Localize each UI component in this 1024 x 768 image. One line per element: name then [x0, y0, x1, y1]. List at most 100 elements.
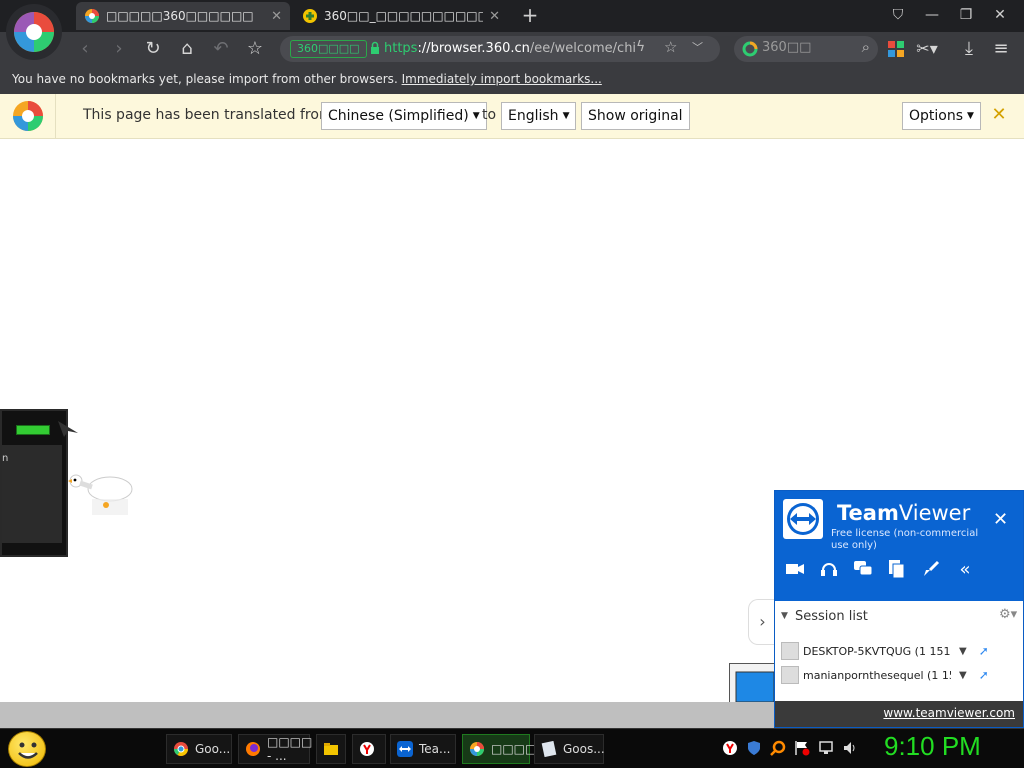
reload-icon[interactable]: ↻: [140, 36, 166, 62]
tab-360-welcome[interactable]: □□□□□360□□□□□□ ✕: [76, 2, 290, 30]
teamviewer-icon: [397, 741, 413, 757]
360-logo-icon[interactable]: [6, 4, 62, 60]
menu-icon[interactable]: ≡: [988, 36, 1014, 62]
close-icon[interactable]: ✕: [271, 9, 282, 24]
show-original-button[interactable]: Show original: [581, 102, 690, 130]
chevron-down-icon[interactable]: ﹀: [692, 39, 703, 55]
taskbar: Goo... □□□□ - ... Tea... □□□□36... Goos.…: [0, 728, 1024, 768]
toolbar: ‹ › ↻ ⌂ ↶ ☆ 360□□□□ https://browser.360.…: [0, 32, 1024, 66]
close-icon[interactable]: ✕: [489, 9, 500, 24]
dropdown-icon[interactable]: ▼: [959, 670, 967, 681]
minimize-button[interactable]: —: [920, 4, 944, 26]
favorite-star-icon[interactable]: ☆: [242, 36, 268, 62]
lock-icon: [371, 41, 379, 54]
desktop-goose-icon[interactable]: [66, 473, 136, 521]
taskbar-item-goose[interactable]: Goos...: [534, 734, 605, 764]
address-bar[interactable]: 360□□□□ https://browser.360.cn/ee/welcom…: [280, 36, 720, 62]
360-swirl-icon: [14, 12, 54, 52]
apps-grid-icon[interactable]: [888, 41, 904, 57]
session-name: manianpornthesequel (1 151 5: [803, 668, 951, 682]
teamviewer-footer: www.teamviewer.com: [775, 701, 1023, 727]
folder-icon: [324, 743, 338, 755]
teamviewer-header: TeamViewer Free license (non-commercial …: [775, 491, 1023, 601]
shirt-icon[interactable]: ⛉: [886, 4, 910, 26]
search-box[interactable]: 360□□ ⌕: [734, 36, 878, 62]
flag-tray-icon[interactable]: [794, 740, 810, 756]
widget-panel: [2, 445, 62, 543]
url-text[interactable]: https://browser.360.cn/ee/welcome/chi: [384, 40, 704, 58]
connect-cursor-icon[interactable]: ➚: [979, 668, 989, 682]
lightning-icon[interactable]: ϟ: [636, 39, 645, 55]
session-row[interactable]: DESKTOP-5KVTQUG (1 151 959 ▼ ➚: [781, 641, 1021, 661]
files-icon[interactable]: [887, 559, 907, 579]
session-list-label[interactable]: Session list: [795, 609, 868, 624]
taskbar-item-teamviewer[interactable]: Tea...: [390, 734, 456, 764]
target-language-select[interactable]: English ▼: [501, 102, 577, 130]
caret-down-icon: ▼: [562, 111, 570, 121]
new-tab-button[interactable]: +: [518, 3, 542, 27]
notes-icon: [541, 741, 557, 757]
chat-icon[interactable]: [853, 559, 873, 579]
license-text: Free license (non-commercial use only): [831, 528, 979, 551]
expand-arrow-tab[interactable]: ›: [748, 599, 776, 645]
360-translate-icon: [12, 101, 43, 131]
caret-down-icon: ▼: [967, 111, 974, 121]
options-button[interactable]: Options ▼: [902, 102, 981, 130]
taskbar-item-chrome[interactable]: Goo...: [166, 734, 232, 764]
site-badge[interactable]: 360□□□□: [290, 40, 367, 58]
start-smiley-icon[interactable]: [8, 731, 46, 767]
taskbar-item-explorer[interactable]: [316, 734, 346, 764]
teamviewer-actions: «: [785, 559, 975, 580]
tab-title: 360□□_□□□□□□□□□□: [324, 9, 484, 23]
360-search-engine-icon: [742, 41, 758, 57]
360-browser-icon: [470, 742, 484, 756]
restore-button[interactable]: ❐: [954, 4, 978, 26]
360-search-icon: [303, 9, 317, 23]
undo-close-icon[interactable]: ↶: [208, 36, 234, 62]
caret-down-icon: ▼: [472, 111, 480, 121]
back-icon[interactable]: ‹: [72, 36, 98, 62]
import-bookmarks-link[interactable]: Immediately import bookmarks...: [402, 72, 602, 86]
forward-icon[interactable]: ›: [106, 36, 132, 62]
dropdown-icon[interactable]: ▼: [959, 646, 967, 657]
gear-icon[interactable]: ⚙▾: [999, 607, 1017, 622]
taskbar-item-yandex[interactable]: [352, 734, 386, 764]
screen: □□□□□360□□□□□□ ✕ 360□□_□□□□□□□□□□ ✕ + ⛉ …: [0, 0, 1024, 768]
search-placeholder: 360□□: [762, 40, 812, 55]
close-icon[interactable]: ✕: [993, 509, 1008, 530]
headset-icon[interactable]: [819, 559, 839, 579]
triangle-down-icon[interactable]: ▼: [781, 611, 788, 621]
translate-logo-icon: [0, 94, 56, 138]
firefox-icon: [246, 742, 260, 756]
session-name: DESKTOP-5KVTQUG (1 151 959: [803, 644, 951, 658]
brush-icon[interactable]: [921, 559, 941, 579]
yandex-tray-icon[interactable]: [722, 740, 738, 756]
tab-360-search[interactable]: 360□□_□□□□□□□□□□ ✕: [294, 2, 508, 30]
search-icon[interactable]: ⌕: [862, 38, 870, 56]
session-row[interactable]: manianpornthesequel (1 151 5 ▼ ➚: [781, 665, 1021, 685]
taskbar-item-360-browser[interactable]: □□□□36...: [462, 734, 563, 764]
collapse-icon[interactable]: «: [955, 559, 975, 580]
scissors-icon[interactable]: ✂▾: [914, 36, 940, 62]
teamviewer-link[interactable]: www.teamviewer.com: [883, 706, 1015, 720]
taskbar-clock[interactable]: 9:10 PM: [884, 731, 981, 762]
shield-tray-icon[interactable]: [746, 740, 762, 756]
network-tray-icon[interactable]: [818, 740, 834, 756]
close-window-button[interactable]: ✕: [988, 4, 1012, 26]
teamviewer-logo-icon: [783, 499, 823, 539]
home-icon[interactable]: ⌂: [174, 36, 200, 62]
download-icon[interactable]: ⤓: [956, 36, 982, 62]
search-tray-icon[interactable]: [770, 740, 786, 756]
volume-tray-icon[interactable]: [842, 740, 858, 756]
connect-cursor-icon[interactable]: ➚: [979, 644, 989, 658]
bookmark-star-icon[interactable]: ☆: [664, 38, 677, 56]
taskbar-item-firefox[interactable]: □□□□ - ...: [238, 734, 312, 764]
tab-title: □□□□□360□□□□□□: [106, 9, 254, 23]
to-label: to: [482, 107, 497, 123]
close-translate-icon[interactable]: ✕: [990, 104, 1008, 126]
bookmark-bar: You have no bookmarks yet, please import…: [0, 66, 1024, 94]
video-icon[interactable]: [785, 559, 805, 579]
360-browser-icon: [85, 9, 99, 23]
translate-message: This page has been translated from: [83, 107, 333, 123]
source-language-select[interactable]: Chinese (Simplified) ▼: [321, 102, 487, 130]
